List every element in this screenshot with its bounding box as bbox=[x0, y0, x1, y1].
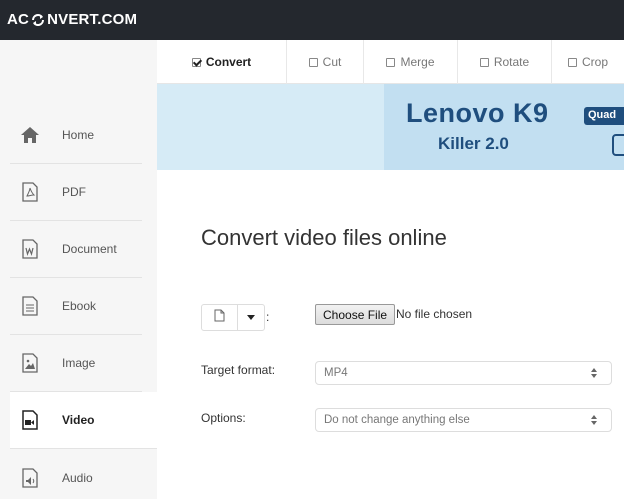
tab-label: Convert bbox=[205, 55, 252, 69]
tab-merge[interactable]: Merge bbox=[364, 40, 458, 84]
ad-frame-icon bbox=[612, 134, 624, 156]
page-title: Convert video files online bbox=[201, 225, 447, 250]
file-source-dropdown[interactable] bbox=[201, 304, 265, 331]
checkbox-checked-icon bbox=[191, 57, 201, 67]
sidebar-item-image[interactable]: Image bbox=[10, 335, 142, 392]
sidebar-item-label: Image bbox=[62, 356, 96, 370]
sidebar-item-ebook[interactable]: Ebook bbox=[10, 278, 142, 335]
sidebar-item-label: Audio bbox=[62, 470, 93, 485]
tab-label: Cut bbox=[322, 55, 342, 69]
sidebar: Home PDF Document Ebook Image Video Audi… bbox=[0, 40, 158, 499]
checkbox-icon bbox=[567, 57, 577, 67]
tab-cut[interactable]: Cut bbox=[287, 40, 364, 84]
sidebar-item-label: Video bbox=[62, 413, 95, 427]
tool-tabs: Convert Cut Merge Rotate Crop bbox=[157, 40, 624, 84]
audio-file-icon bbox=[20, 467, 40, 488]
video-file-icon bbox=[20, 410, 40, 430]
target-format-label: Target format: bbox=[201, 363, 276, 377]
options-label: Options: bbox=[201, 411, 246, 425]
sidebar-item-home[interactable]: Home bbox=[10, 107, 142, 164]
tab-crop[interactable]: Crop bbox=[552, 40, 624, 84]
ad-banner-background bbox=[157, 84, 384, 170]
tab-label: Merge bbox=[400, 55, 435, 69]
sidebar-item-label: PDF bbox=[62, 185, 86, 199]
sidebar-item-document[interactable]: Document bbox=[10, 221, 142, 278]
sidebar-item-label: Document bbox=[62, 242, 117, 256]
target-format-select[interactable]: MP4 bbox=[315, 361, 612, 385]
ad-title: Lenovo K9 bbox=[406, 98, 549, 128]
ad-subtitle: Killer 2.0 bbox=[438, 134, 509, 153]
source-colon: : bbox=[266, 310, 270, 324]
select-arrows-icon bbox=[591, 368, 597, 378]
checkbox-icon bbox=[386, 57, 396, 67]
home-icon bbox=[20, 125, 40, 145]
image-file-icon bbox=[20, 353, 40, 373]
file-source-button[interactable] bbox=[202, 305, 238, 330]
file-source-toggle[interactable] bbox=[238, 305, 264, 330]
file-icon bbox=[214, 309, 225, 327]
ad-badge: Quad bbox=[584, 107, 624, 125]
top-bar: AC NVERT.COM bbox=[0, 0, 624, 40]
sidebar-item-label: Home bbox=[62, 128, 95, 142]
sidebar-item-video[interactable]: Video bbox=[10, 392, 158, 449]
tab-rotate[interactable]: Rotate bbox=[458, 40, 552, 84]
file-status-text: No file chosen bbox=[396, 307, 473, 321]
sidebar-item-label: Ebook bbox=[62, 299, 97, 313]
select-arrows-icon bbox=[591, 415, 597, 425]
checkbox-icon bbox=[308, 57, 318, 67]
ebook-file-icon bbox=[20, 296, 40, 316]
options-select[interactable]: Do not change anything else bbox=[315, 408, 612, 432]
sidebar-item-audio[interactable]: Audio bbox=[10, 449, 142, 499]
tab-label: Rotate bbox=[493, 55, 530, 69]
sidebar-item-pdf[interactable]: PDF bbox=[10, 164, 142, 221]
site-logo[interactable]: AC NVERT.COM bbox=[7, 11, 137, 28]
target-format-value: MP4 bbox=[324, 367, 348, 379]
logo-text-right: NVERT.COM bbox=[47, 11, 138, 28]
pdf-file-icon bbox=[20, 182, 40, 202]
choose-file-button[interactable]: Choose File bbox=[315, 304, 396, 325]
ad-banner[interactable]: Lenovo K9 Killer 2.0 Quad bbox=[384, 84, 624, 170]
word-file-icon bbox=[20, 239, 40, 259]
logo-text-left: AC bbox=[7, 11, 30, 28]
convert-arrows-icon bbox=[31, 13, 45, 27]
caret-down-icon bbox=[246, 315, 255, 320]
checkbox-icon bbox=[479, 57, 489, 67]
tab-label: Crop bbox=[581, 55, 608, 69]
tab-convert[interactable]: Convert bbox=[157, 40, 287, 84]
options-value: Do not change anything else bbox=[324, 414, 470, 426]
